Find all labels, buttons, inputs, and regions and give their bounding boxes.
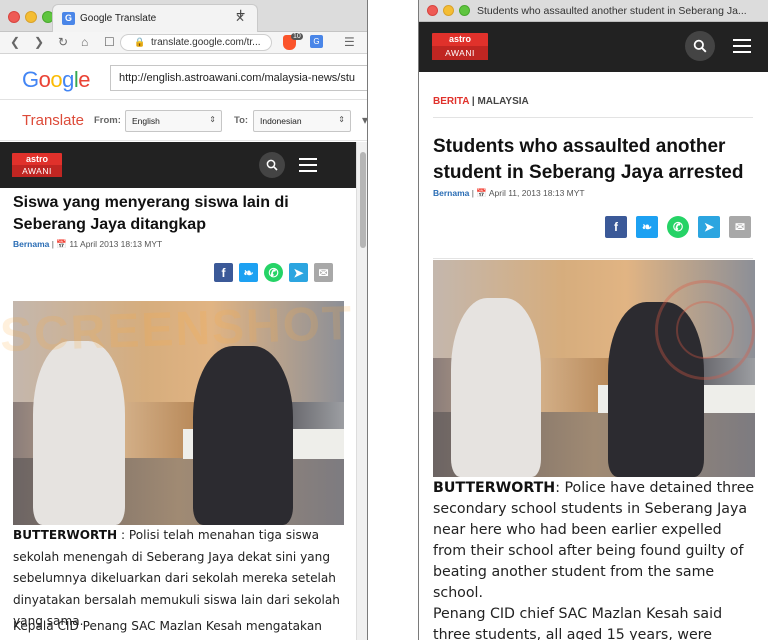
home-icon[interactable]: ⌂ [81,35,88,49]
whatsapp-icon[interactable]: ✆ [264,263,283,282]
window-title-bar: Students who assaulted another student i… [419,0,768,22]
email-icon[interactable]: ✉ [314,263,333,282]
astro-awani-logo[interactable]: astro AWANI [432,33,488,60]
section-malaysia[interactable]: MALAYSIA [477,96,528,107]
calendar-icon: 📅 [56,239,67,249]
brave-shield-count: 10 [291,33,303,40]
left-browser-window: G Google Translate ✕ + ❮ ❯ ↻ ⌂ ☐ 🔒 trans… [0,0,368,640]
original-article-page: astro AWANI BERITA | MALAYSIA Students w… [419,22,768,640]
hamburger-menu-icon[interactable] [733,39,751,53]
vertical-scrollbar[interactable] [356,142,367,640]
search-icon [266,159,278,171]
to-language-value: Indonesian [260,116,302,126]
scrollbar-thumb[interactable] [360,152,366,248]
byline-source[interactable]: Bernama [13,239,49,249]
menu-icon[interactable]: ☰ [344,35,355,49]
article-byline: Bernama | 📅 April 11, 2013 18:13 MYT [433,188,585,199]
close-window-button[interactable] [427,5,438,16]
to-language-select[interactable]: Indonesian ⇕ [253,110,351,132]
search-button[interactable] [259,152,285,178]
article-headline: Students who assaulted another student i… [433,136,744,183]
select-arrows-icon: ⇕ [338,115,345,124]
from-language-select[interactable]: English ⇕ [125,110,222,132]
calendar-icon: 📅 [476,188,487,198]
translated-article-frame: astro AWANI Siswa yang menyerang siswa l… [0,142,356,640]
to-label: To: [234,115,249,126]
telegram-icon[interactable]: ➤ [698,216,720,238]
share-buttons: f ❧ ✆ ➤ ✉ [605,216,751,238]
bookmark-icon[interactable]: ☐ [104,35,115,49]
breadcrumb: BERITA | MALAYSIA [433,96,529,107]
telegram-icon[interactable]: ➤ [289,263,308,282]
search-button[interactable] [685,31,715,61]
translate-extension-icon[interactable]: G [310,35,323,48]
new-tab-button[interactable]: + [236,6,245,24]
email-icon[interactable]: ✉ [729,216,751,238]
address-text: translate.google.com/tr... [151,37,261,48]
from-language-value: English [132,116,160,126]
minimize-window-button[interactable] [443,5,454,16]
minimize-window-button[interactable] [25,11,37,23]
astro-awani-logo[interactable]: astro AWANI [12,153,62,177]
reload-icon[interactable]: ↻ [58,35,68,49]
google-translate-favicon-icon: G [62,12,75,25]
translate-options-bar: Translate From: English ⇕ To: Indonesian… [0,101,367,141]
facebook-icon[interactable]: f [605,216,627,238]
translate-url-input[interactable]: http://english.astroawani.com/malaysia-n… [110,65,367,91]
share-buttons: f ❧ ✆ ➤ ✉ [214,263,333,282]
byline-date: April 11, 2013 18:13 MYT [488,188,585,198]
astro-awani-header: astro AWANI [419,22,768,72]
share-divider [433,258,753,259]
tab-bar: G Google Translate ✕ + [0,0,367,32]
byline-source[interactable]: Bernama [433,188,469,198]
whatsapp-icon[interactable]: ✆ [667,216,689,238]
back-icon[interactable]: ❮ [10,35,20,49]
from-label: From: [94,115,121,126]
zoom-window-button[interactable] [459,5,470,16]
facebook-icon[interactable]: f [214,263,233,282]
byline-date: 11 April 2013 18:13 MYT [69,239,163,249]
turnbackhoax-stamp [655,280,755,380]
article-photo [433,260,755,477]
article-headline: Siswa yang menyerang siswa lain di Seber… [13,194,289,233]
twitter-icon[interactable]: ❧ [636,216,658,238]
article-paragraph-1: BUTTERWORTH: Police have detained three … [433,480,755,601]
section-divider [433,117,753,118]
tab-title: Google Translate [80,13,157,24]
translate-link[interactable]: Translate [22,112,84,129]
desktop-gap [368,0,418,640]
right-browser-window: Students who assaulted another student i… [418,0,768,640]
close-window-button[interactable] [8,11,20,23]
address-bar[interactable]: 🔒 translate.google.com/tr... [120,34,272,51]
section-berita[interactable]: BERITA [433,96,469,107]
window-title: Students who assaulted another student i… [477,5,747,17]
lock-icon: 🔒 [134,37,146,47]
hamburger-menu-icon[interactable] [299,158,317,172]
google-translate-header: Google http://english.astroawani.com/mal… [0,55,367,100]
astro-awani-header: astro AWANI [0,142,356,188]
select-arrows-icon: ⇕ [209,115,216,124]
tab-google-translate[interactable]: G Google Translate ✕ [52,4,258,32]
forward-icon[interactable]: ❯ [34,35,44,49]
article-paragraph-2: Kepala CID Penang SAC Mazlan Kesah menga… [13,619,322,633]
article-byline: Bernama | 📅 11 April 2013 18:13 MYT [13,239,162,250]
google-logo: Google [22,67,91,92]
article-paragraph-2: Penang CID chief SAC Mazlan Kesah said t… [433,606,723,640]
twitter-icon[interactable]: ❧ [239,263,258,282]
browser-toolbar: ❮ ❯ ↻ ⌂ ☐ 🔒 translate.google.com/tr... 1… [0,32,367,54]
search-icon [693,39,707,53]
